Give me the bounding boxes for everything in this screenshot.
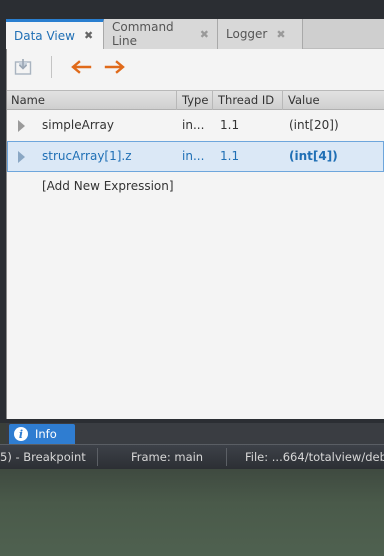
status-breakpoint: 5) - Breakpoint [0, 450, 86, 464]
expand-triangle-icon[interactable] [18, 151, 25, 163]
bottom-tab-bar: i Info [6, 423, 384, 444]
arrow-right-icon[interactable] [104, 59, 126, 75]
arrow-left-icon[interactable] [70, 59, 92, 75]
row-value: (int[20]) [289, 118, 339, 132]
row-value: (int[4]) [289, 149, 338, 163]
add-expression-row[interactable]: [Add New Expression] [7, 171, 384, 202]
tab-command-line[interactable]: Command Line ✖ [104, 19, 218, 49]
row-name: strucArray[1].z [42, 149, 132, 163]
tab-logger[interactable]: Logger ✖ [218, 19, 303, 49]
row-thread-id: 1.1 [220, 118, 240, 132]
save-icon[interactable] [13, 57, 33, 77]
add-new-expression[interactable]: [Add New Expression] [42, 171, 174, 202]
close-icon[interactable]: ✖ [200, 28, 209, 41]
tab-label: Logger [226, 27, 268, 41]
status-frame: Frame: main [131, 450, 204, 464]
tab-bar: Data View ✖ Command Line ✖ Logger ✖ [6, 19, 384, 49]
status-bar: 5) - Breakpoint Frame: main File: ...664… [0, 444, 384, 469]
desktop-background [0, 469, 384, 556]
row-type: in... [182, 149, 205, 163]
expand-triangle-icon[interactable] [18, 120, 25, 132]
column-header-name[interactable]: Name [7, 91, 176, 110]
info-icon: i [14, 427, 28, 441]
table-row-selected[interactable]: strucArray[1].z in... 1.1 (int[4]) [7, 141, 384, 172]
tab-label: Info [35, 427, 57, 441]
close-icon[interactable]: ✖ [84, 29, 93, 42]
table-row[interactable]: simpleArray in... 1.1 (int[20]) [7, 110, 384, 141]
column-header-thread-id[interactable]: Thread ID [212, 91, 282, 110]
row-thread-id: 1.1 [220, 149, 240, 163]
column-header-value[interactable]: Value [282, 91, 384, 110]
status-divider [97, 448, 98, 466]
tab-label: Command Line [112, 20, 174, 48]
row-name: simpleArray [42, 118, 114, 132]
table-header: Name Type Thread ID Value [7, 90, 384, 110]
toolbar [7, 49, 384, 85]
tab-label: Data View [14, 28, 75, 43]
row-type: in... [182, 118, 205, 132]
status-divider [226, 448, 227, 466]
status-file: File: ...664/totalview/debu [245, 450, 384, 464]
tab-info[interactable]: i Info [9, 424, 75, 444]
close-icon[interactable]: ✖ [276, 28, 285, 41]
column-header-type[interactable]: Type [176, 91, 212, 110]
tab-data-view[interactable]: Data View ✖ [6, 19, 104, 49]
toolbar-separator [51, 56, 52, 78]
tab-bar-filler [303, 19, 384, 49]
